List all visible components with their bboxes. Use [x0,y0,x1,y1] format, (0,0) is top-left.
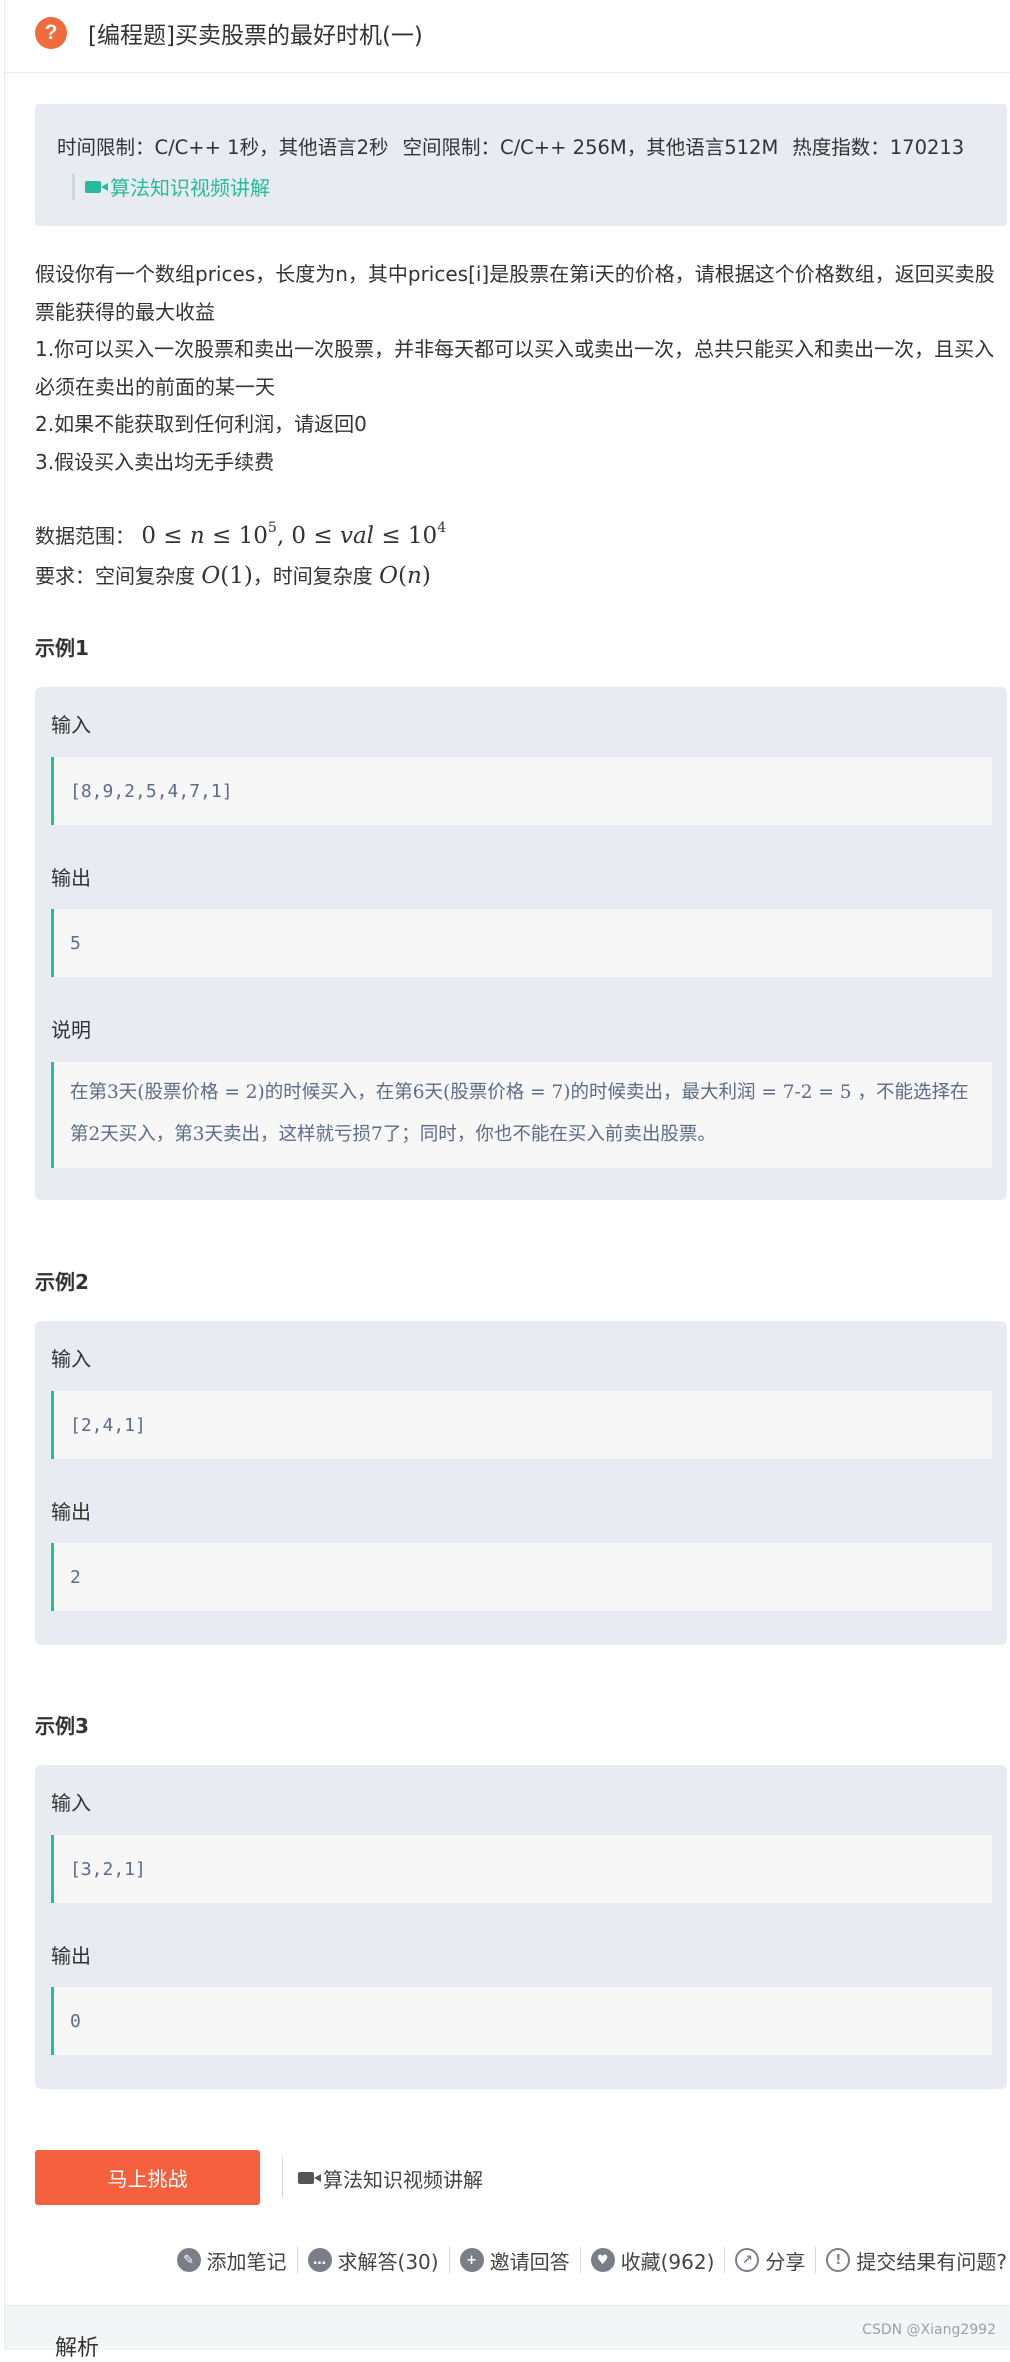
share-button[interactable]: ↗ 分享 [735,2246,805,2275]
space-limit: 空间限制：C/C++ 256M，其他语言512M [402,136,779,159]
ask-answer-label: 求解答(30) [337,2249,439,2274]
invite-answer-label: 邀请回答 [489,2249,570,2274]
action-divider [579,2247,581,2273]
video-camera-icon [85,180,108,193]
action-bar: ✎ 添加笔记 … 求解答(30) + 邀请回答 ♥ 收藏(962) ↗ 分享 !… [176,2242,1007,2278]
output-code: 0 [51,1987,992,2055]
limits-line: 时间限制：C/C++ 1秒，其他语言2秒 空间限制：C/C++ 256M，其他语言… [57,131,978,160]
analysis-section [5,2305,1010,2350]
data-range: 数据范围： 0 ≤ n ≤ 105, 0 ≤ val ≤ 104 [35,518,446,558]
constraints: 数据范围： 0 ≤ n ≤ 105, 0 ≤ val ≤ 104 要求：空间复杂… [35,518,446,595]
action-divider [815,2247,817,2273]
description-line: 1.你可以买入一次股票和卖出一次股票，并非每天都可以买入或卖出一次，总共只能买入… [35,337,995,399]
output-code: 2 [51,1543,992,1611]
problem-page: ? [编程题]买卖股票的最好时机(一) 时间限制：C/C++ 1秒，其他语言2秒… [0,0,1010,2361]
problem-description: 假设你有一个数组prices，长度为n，其中prices[i]是股票在第i天的价… [35,256,1007,481]
input-code: [8,9,2,5,4,7,1] [51,757,992,825]
example-box: 输入 [3,2,1] 输出 0 [35,1765,1007,2089]
output-label: 输出 [51,866,91,890]
video-explanation-link[interactable]: 算法知识视频讲解 [72,172,270,201]
input-label: 输入 [51,1791,91,1815]
example-title: 示例3 [35,1714,89,1738]
description-line: 3.假设买入卖出均无手续费 [35,449,275,474]
example-title: 示例2 [35,1270,89,1294]
requirement-label: 要求：空间复杂度 [35,564,202,588]
left-border [4,0,5,2349]
action-divider [448,2247,450,2273]
favorite-button[interactable]: ♥ 收藏(962) [590,2246,715,2275]
invite-answer-button[interactable]: + 邀请回答 [459,2246,570,2275]
heart-icon: ♥ [590,2248,615,2272]
ask-answer-button[interactable]: … 求解答(30) [307,2246,439,2275]
book-icon: ✎ [176,2248,201,2272]
input-code: [3,2,1] [51,1835,992,1903]
range-formula: 0 ≤ n ≤ 105, 0 ≤ val ≤ 104 [141,520,447,549]
data-range-label: 数据范围： [35,524,135,548]
invite-icon: + [459,2248,484,2272]
problem-header: ? [编程题]买卖股票的最好时机(一) [35,12,423,54]
video-link-label: 算法知识视频讲解 [110,176,270,200]
complexity-requirement: 要求：空间复杂度 O(1)，时间复杂度 O(n) [35,558,446,595]
exclamation-icon: ! [826,2248,851,2272]
example-box: 输入 [8,9,2,5,4,7,1] 输出 5 说明 在第3天(股票价格 = 2… [35,687,1007,1200]
time-complexity: O(n) [379,563,431,589]
input-label: 输入 [51,1347,91,1371]
heat-index: 热度指数：170213 [792,136,965,159]
add-note-label: 添加笔记 [206,2249,287,2274]
report-issue-label: 提交结果有问题? [856,2249,1007,2274]
question-icon: ? [35,17,67,49]
output-label: 输出 [51,1500,91,1524]
add-note-button[interactable]: ✎ 添加笔记 [176,2246,287,2275]
video-camera-icon [298,2172,321,2184]
action-divider [296,2247,298,2273]
link-bar [72,173,75,200]
time-limit: 时间限制：C/C++ 1秒，其他语言2秒 [57,136,389,159]
requirement-mid: ，时间复杂度 [252,564,380,588]
explain-text: 在第3天(股票价格 = 2)的时候买入，在第6天(股票价格 = 7)的时候卖出，… [51,1062,992,1168]
share-label: 分享 [765,2249,806,2274]
description-line: 假设你有一个数组prices，长度为n，其中prices[i]是股票在第i天的价… [35,262,995,324]
cta-divider [282,2158,283,2198]
limits-panel: 时间限制：C/C++ 1秒，其他语言2秒 空间限制：C/C++ 256M，其他语言… [35,104,1007,226]
output-code: 5 [51,909,992,977]
favorite-label: 收藏(962) [620,2249,715,2274]
space-complexity: O(1) [201,563,253,589]
action-divider [724,2247,726,2273]
challenge-button[interactable]: 马上挑战 [35,2150,260,2205]
watermark: CSDN @Xiang2992 [862,2322,996,2338]
description-line: 2.如果不能获取到任何利润，请返回0 [35,412,367,436]
example-title: 示例1 [35,636,89,660]
analysis-heading: 解析 [55,2336,100,2361]
input-label: 输入 [51,713,91,737]
input-code: [2,4,1] [51,1391,992,1459]
explain-label: 说明 [51,1018,91,1042]
chat-bubble-icon: … [307,2248,332,2272]
header-divider [5,72,1010,73]
output-label: 输出 [51,1944,91,1968]
report-issue-button[interactable]: ! 提交结果有问题? [826,2246,1007,2275]
share-icon: ↗ [735,2248,760,2272]
video-button-label: 算法知识视频讲解 [323,2167,483,2192]
video-explanation-button[interactable]: 算法知识视频讲解 [298,2160,483,2196]
problem-title: [编程题]买卖股票的最好时机(一) [88,23,423,49]
example-box: 输入 [2,4,1] 输出 2 [35,1321,1007,1645]
